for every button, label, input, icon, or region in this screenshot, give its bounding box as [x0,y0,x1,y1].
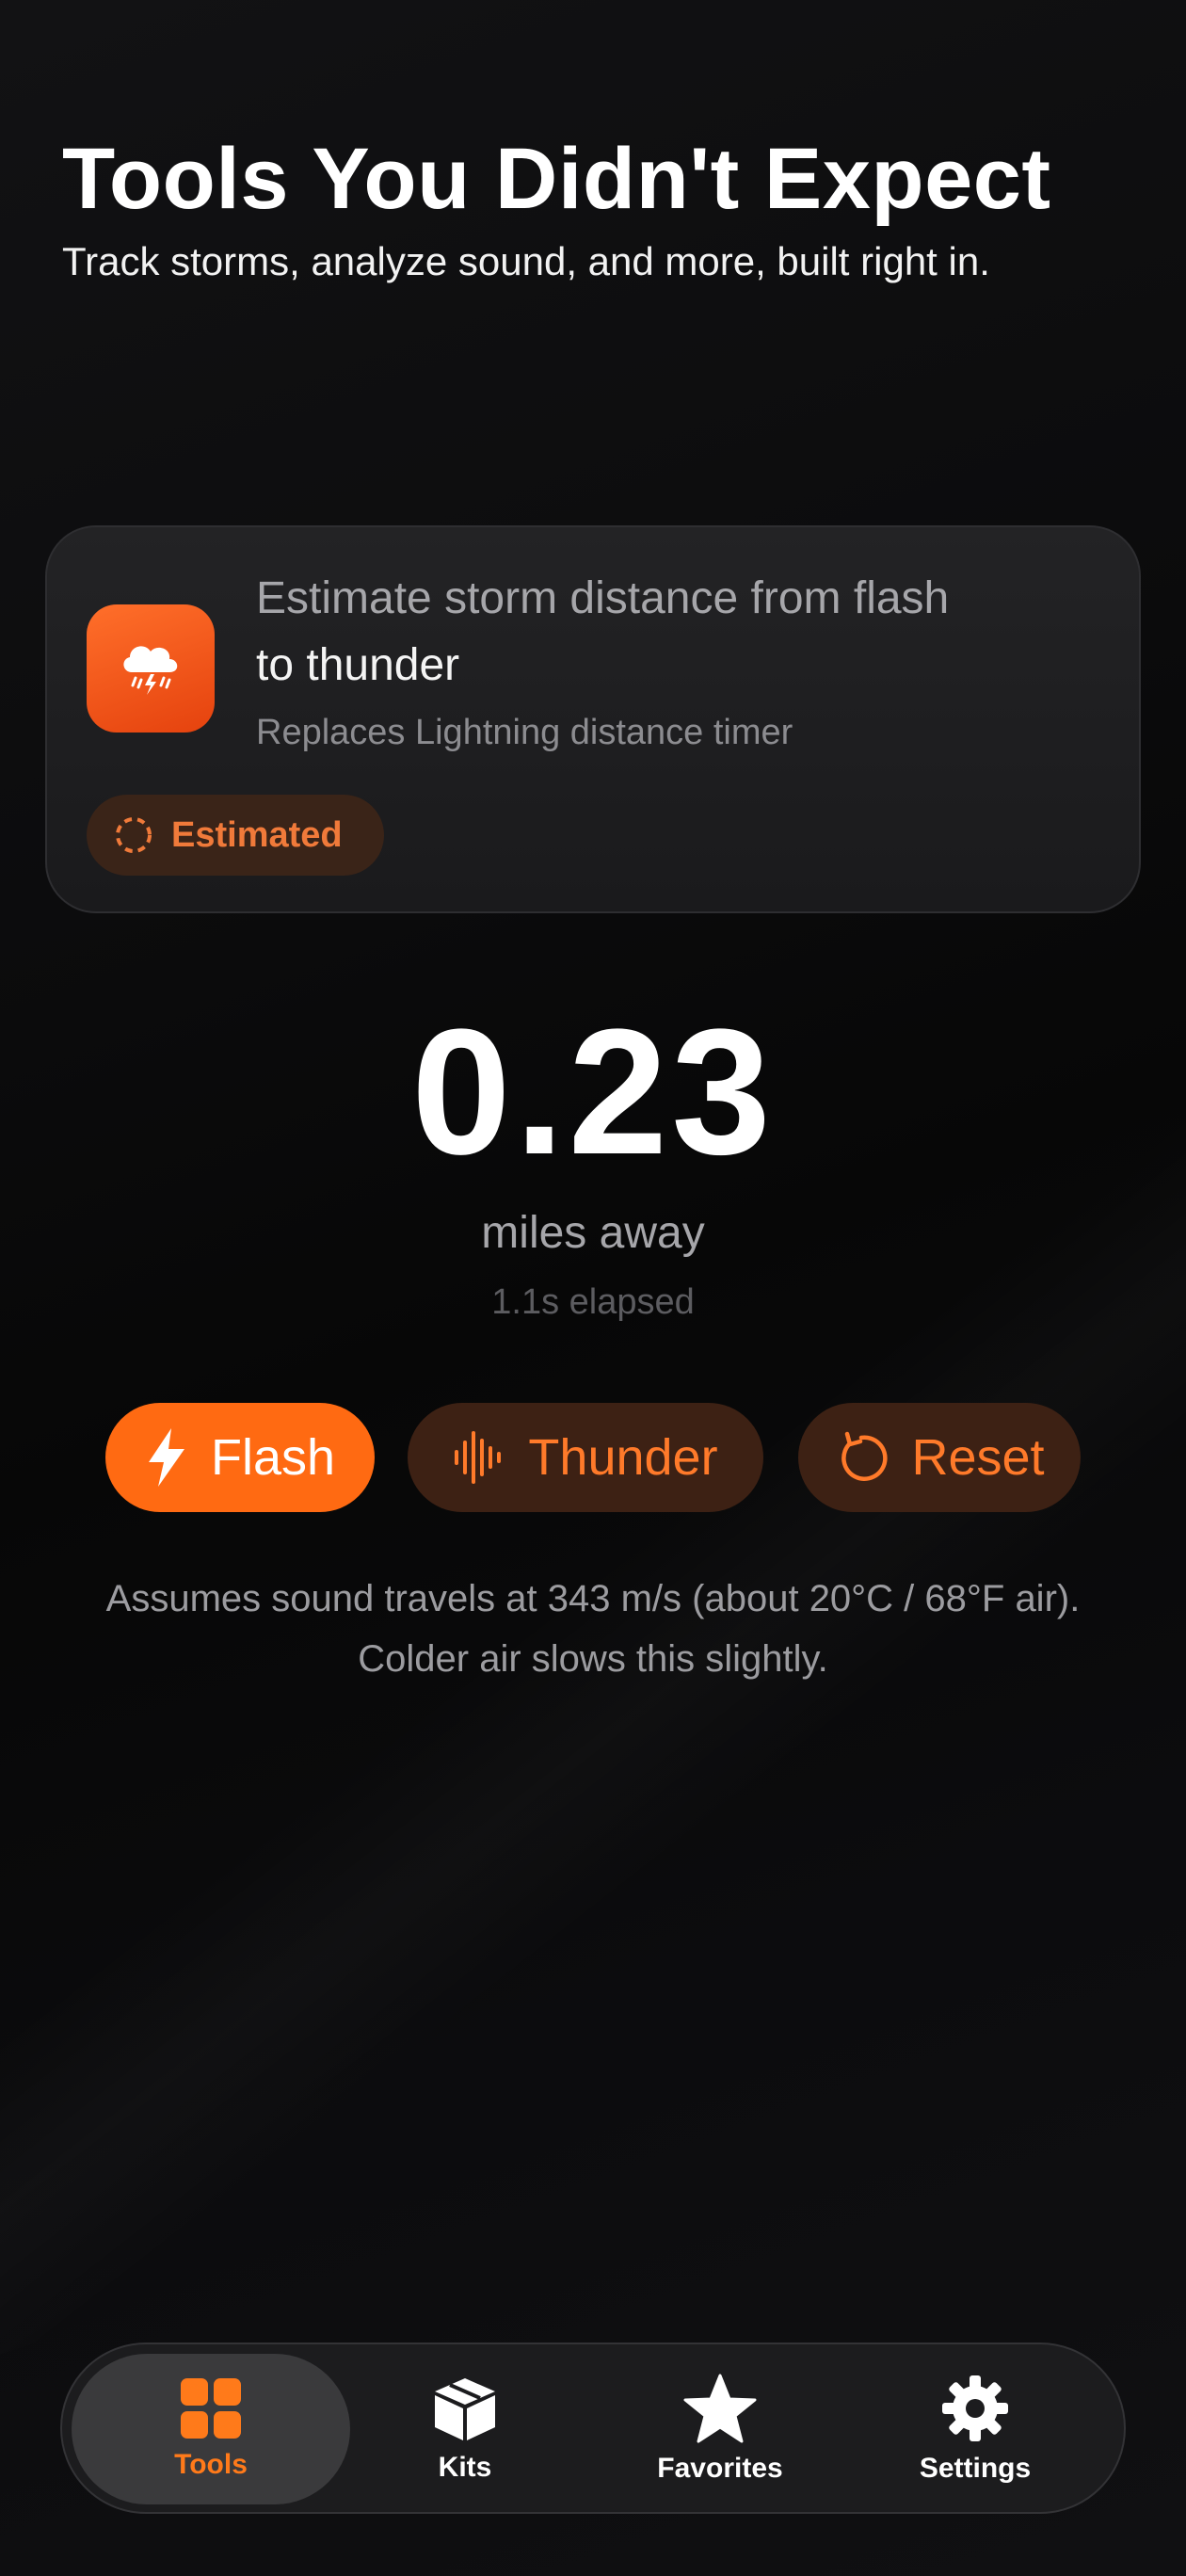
thunder-button-label: Thunder [528,1429,718,1486]
tab-tools-label: Tools [174,2449,248,2480]
status-badge: Estimated [87,795,384,876]
distance-readout: 0.23 miles away 1.1s elapsed [0,998,1186,1326]
cloud-lightning-rain-icon [87,604,215,733]
card-title-line1: Estimate storm distance from flash [256,573,950,623]
assumption-note: Assumes sound travels at 343 m/s (about … [105,1578,1081,1680]
tab-tools[interactable]: Tools [72,2354,350,2504]
card-replaces: Replaces Lightning distance timer [256,713,793,752]
flash-button-label: Flash [210,1429,336,1486]
thunder-button[interactable]: Thunder [408,1403,763,1512]
reset-button-label: Reset [911,1429,1045,1486]
action-buttons: Flash Thunder Reset [0,1403,1186,1512]
header: Tools You Didn't Expect Track storms, an… [62,132,1145,286]
star-icon [683,2374,757,2443]
bolt-icon [148,1428,184,1487]
flash-button[interactable]: Flash [105,1403,375,1512]
page-subtitle: Track storms, analyze sound, and more, b… [62,239,990,283]
dashed-circle-icon [116,817,152,853]
elapsed-time: 1.1s elapsed [491,1282,695,1322]
tab-bar: Tools Kits Favorites Settings [60,2343,1126,2514]
distance-unit: miles away [481,1208,705,1258]
tab-favorites[interactable]: Favorites [581,2354,859,2504]
page-title: Tools You Didn't Expect [62,131,1051,227]
screen: Tools You Didn't Expect Track storms, an… [0,0,1186,2576]
card-title-line2: to thunder [256,640,460,690]
box-icon [435,2378,495,2440]
tool-card[interactable]: Estimate storm distance from flash to th… [45,525,1141,913]
tab-settings-label: Settings [919,2453,1032,2484]
tab-kits-label: Kits [438,2452,492,2483]
tab-kits[interactable]: Kits [326,2354,604,2504]
grid-icon [181,2378,241,2439]
status-badge-label: Estimated [171,814,343,855]
reset-icon [841,1431,889,1481]
tab-settings[interactable]: Settings [836,2354,1114,2504]
card-text: Estimate storm distance from flash to th… [256,565,1084,755]
gear-icon [942,2375,1008,2441]
tab-favorites-label: Favorites [657,2453,783,2484]
waveform-icon [455,1431,502,1484]
reset-button[interactable]: Reset [798,1403,1081,1512]
distance-value: 0.23 [411,992,775,1192]
